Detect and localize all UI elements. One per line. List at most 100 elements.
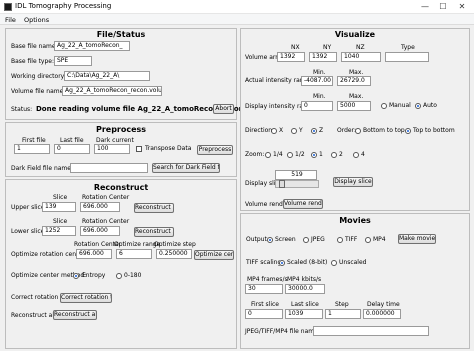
dark-field-label: Dark Field file name: [11,165,73,172]
nz-field[interactable]: 1040 [341,52,381,62]
reconstruct-all-button[interactable]: Reconstruct all [53,310,97,320]
kbits-field[interactable]: 30000.0 [285,284,325,294]
window-title: IDL Tomography Processing [15,2,112,10]
display-max-field[interactable]: 5000 [337,101,371,111]
reconstruct-upper-slice-button[interactable]: Reconstruct slice [134,203,174,213]
zoom-half-radio[interactable] [287,152,293,158]
display-slice-value[interactable]: 519 [275,170,317,180]
dark-current-field[interactable]: 100 [94,144,130,154]
zoom-1-radio[interactable] [311,152,317,158]
zoom-2-radio[interactable] [331,152,337,158]
ny-field[interactable]: 1392 [309,52,337,62]
output-label: Output: [246,236,269,243]
top-to-bottom-radio[interactable] [405,128,411,134]
reconstruct-lower-slice-button[interactable]: Reconstruct slice [134,227,174,237]
optimize-center-button[interactable]: Optimize center [194,250,234,260]
bottom-to-top-radio[interactable] [355,128,361,134]
maximize-button[interactable]: ☐ [434,0,452,14]
upper-slice-field[interactable]: 139 [42,202,76,212]
reconstruct-panel: Reconstruct Slice Rotation Center Upper … [5,179,237,349]
mp4-radio[interactable] [365,237,371,243]
scaled-radio[interactable] [279,260,285,266]
nx-field[interactable]: 1392 [277,52,305,62]
slider-handle[interactable] [279,180,285,188]
preprocess-button[interactable]: Preprocess [197,145,233,155]
optimize-center-field[interactable]: 696.000 [76,249,112,259]
display-slice-slider[interactable] [275,180,319,188]
unscaled-radio[interactable] [331,260,337,266]
direction-y-label: Y [299,127,303,134]
actual-max-field[interactable]: 26729.0 [337,76,371,86]
direction-z-radio[interactable] [311,128,317,134]
lower-center-field[interactable]: 696.000 [80,226,120,236]
menu-options[interactable]: Options [24,16,49,24]
lower-slice-field[interactable]: 1252 [42,226,76,236]
volume-file-field[interactable]: Ag_22_A_tomoRecon_recon.volume [62,86,162,96]
jpeg-radio[interactable] [303,237,309,243]
dark-current-label: Dark current [96,137,134,144]
movies-panel: Movies Output: Screen JPEG TIFF MP4 Make… [240,213,470,349]
last-file-field[interactable]: 0 [54,144,90,154]
type-header: Type [401,44,415,51]
menu-bar: File Options [0,14,474,25]
screen-radio[interactable] [267,237,273,243]
direction-x-label: X [279,127,284,134]
visualize-title: Visualize [334,30,376,39]
optimize-range-field[interactable]: 6 [116,249,152,259]
optimize-step-field[interactable]: 0.250000 [156,249,192,259]
range-0-180-radio[interactable] [116,273,122,279]
type-field[interactable] [385,52,429,62]
actual-min-field[interactable]: -4087.00 [301,76,333,86]
minimize-button[interactable]: — [416,0,434,14]
volume-render-button[interactable]: Volume render [283,199,323,209]
manual-radio[interactable] [381,103,387,109]
zoom-label: Zoom: [245,151,265,158]
dark-field-field[interactable] [70,163,148,173]
display-max-header: Max. [349,93,364,100]
movie-file-field[interactable] [313,326,429,336]
direction-y-radio[interactable] [291,128,297,134]
tiff-label: TIFF [345,236,358,243]
entropy-label: Entropy [82,272,106,279]
fps-field[interactable]: 30 [245,284,283,294]
delay-field[interactable]: 0.000000 [363,309,401,319]
step-label: Step [335,301,349,308]
base-name-label: Base file name: [11,43,58,50]
correct-tilt-button[interactable]: Correct rotation tilt [60,293,112,303]
actual-min-header: Min. [313,69,326,76]
first-file-field[interactable]: 1 [14,144,50,154]
display-slice-button[interactable]: Display slice [333,177,373,187]
menu-file[interactable]: File [5,16,16,24]
preprocess-title: Preprocess [95,125,147,134]
nz-header: NZ [356,44,365,51]
tiff-radio[interactable] [337,237,343,243]
step-field[interactable]: 1 [325,309,361,319]
transpose-checkbox[interactable] [136,146,142,152]
base-name-field[interactable]: Ag_22_A_tomoRecon_ [54,41,130,51]
screen-label: Screen [275,236,296,243]
transpose-label: Transpose Data [145,145,192,152]
first-slice-label: First slice [251,301,279,308]
entropy-radio[interactable] [73,273,79,279]
display-min-field[interactable]: 0 [301,101,333,111]
abort-button[interactable]: Abort [213,104,234,114]
slice-header-2: Slice [53,218,68,225]
zoom-quarter-radio[interactable] [265,152,271,158]
make-movie-button[interactable]: Make movie [398,234,436,244]
order-label: Order: [337,127,356,134]
first-slice-field[interactable]: 0 [245,309,283,319]
working-dir-field[interactable]: C:\Data\Ag_22_A\ [64,71,150,81]
movies-title: Movies [339,216,371,225]
base-type-field[interactable]: SPE [54,56,92,66]
upper-center-field[interactable]: 696.000 [80,202,120,212]
app-icon [4,3,12,11]
auto-radio[interactable] [415,103,421,109]
movie-file-label: JPEG/TIFF/MP4 file name: [245,328,320,335]
direction-x-radio[interactable] [271,128,277,134]
zoom-4-radio[interactable] [353,152,359,158]
close-button[interactable]: ✕ [453,0,471,14]
unscaled-label: Unscaled [339,259,367,266]
search-dark-field-button[interactable]: Search for Dark Field file [152,163,220,173]
last-slice-field[interactable]: 1039 [285,309,323,319]
reconstruct-title: Reconstruct [93,183,149,192]
